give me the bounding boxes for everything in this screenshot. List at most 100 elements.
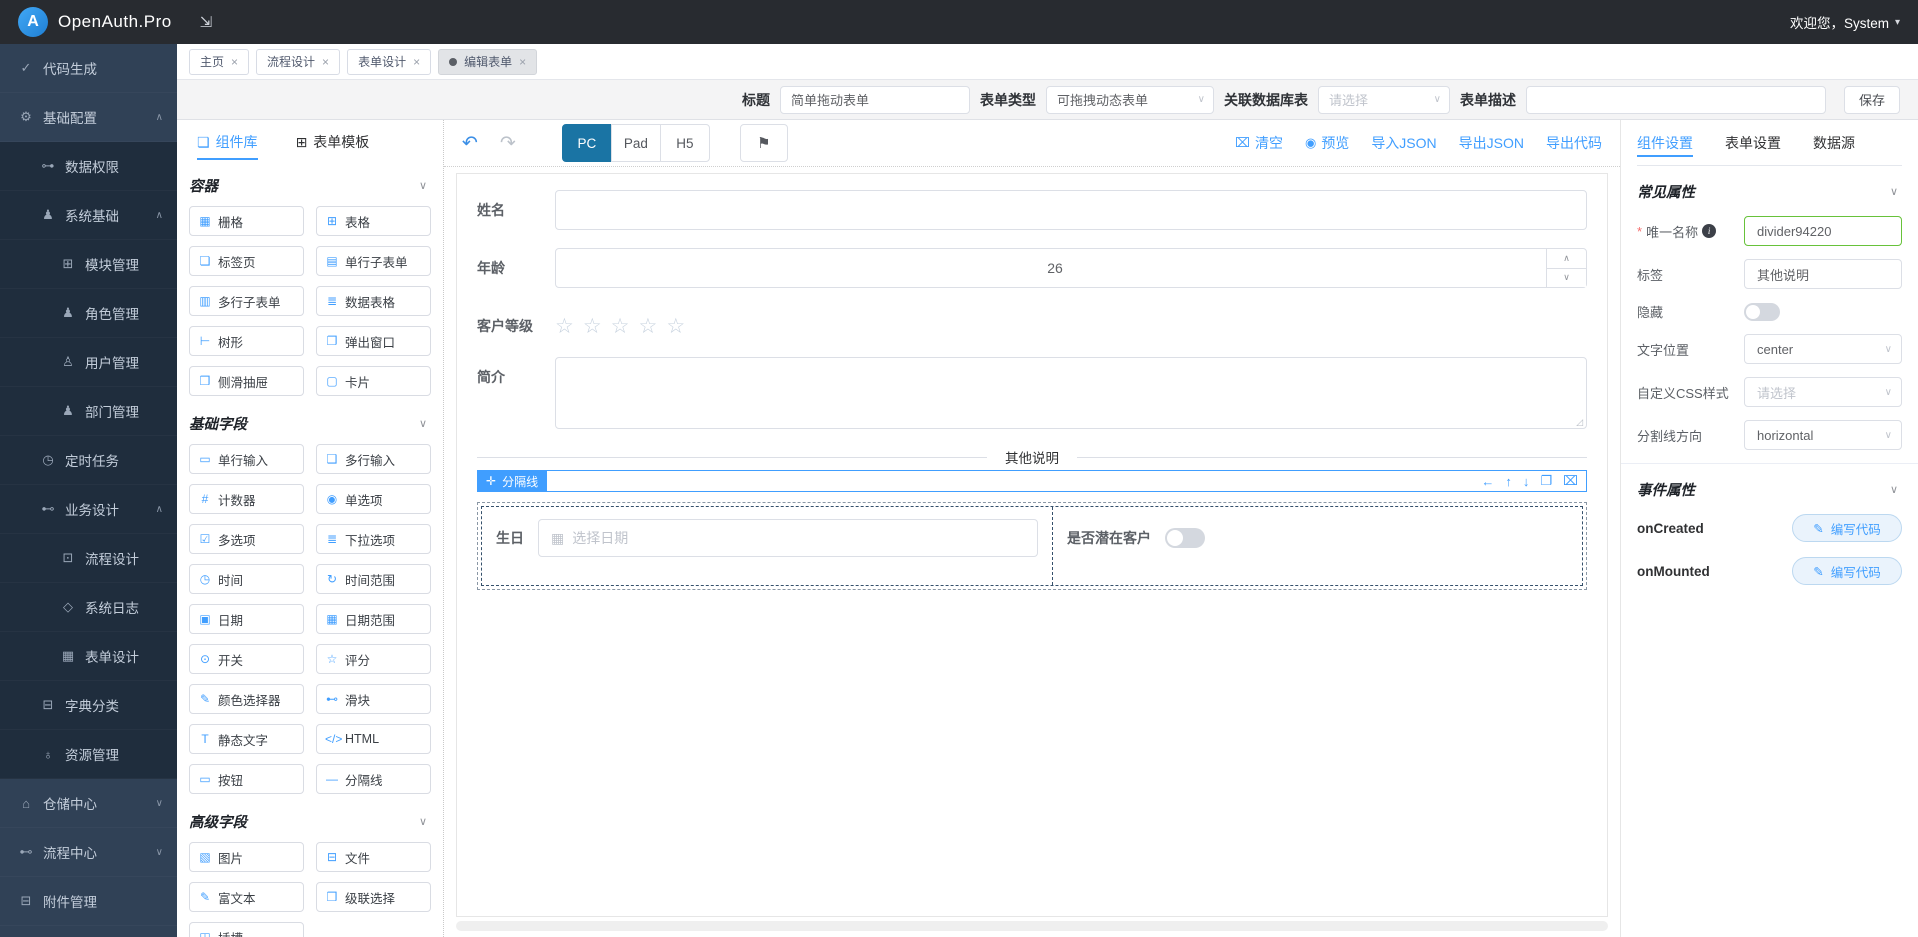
- grid-row-container[interactable]: 生日 ▦ 选择日期 是否潜在客户: [477, 502, 1587, 590]
- copy-icon[interactable]: ❐: [1540, 473, 1552, 489]
- lib-item-slot[interactable]: ◫插槽: [189, 922, 304, 937]
- form-canvas[interactable]: 姓名 年龄 ∧ ∨ 客户等级: [456, 173, 1608, 917]
- tab-component-library[interactable]: ❏组件库: [197, 120, 258, 164]
- user-menu[interactable]: 欢迎您，System ▾: [1790, 12, 1900, 32]
- sidebar-item-user-mgmt[interactable]: ♙用户管理: [0, 338, 177, 387]
- sidebar-item-base-config[interactable]: ⚙基础配置∧: [0, 93, 177, 142]
- tag-input[interactable]: [1744, 259, 1902, 289]
- horizontal-scrollbar[interactable]: [456, 921, 1608, 931]
- star-icon[interactable]: ☆: [611, 314, 630, 339]
- close-icon[interactable]: ×: [231, 55, 238, 69]
- lib-item-richtext[interactable]: ✎富文本: [189, 882, 304, 912]
- close-icon[interactable]: ×: [322, 55, 329, 69]
- lib-item-grid[interactable]: ▦栅格: [189, 206, 304, 236]
- lib-item-table[interactable]: ⊞表格: [316, 206, 431, 236]
- write-code-button[interactable]: ✎编写代码: [1792, 557, 1902, 585]
- preview-button[interactable]: ◉预览: [1305, 133, 1349, 153]
- section-advanced-fields[interactable]: 高级字段∨: [189, 800, 431, 842]
- potential-customer-toggle[interactable]: [1165, 528, 1205, 548]
- text-position-select[interactable]: center∨: [1744, 334, 1902, 364]
- lib-item-switch[interactable]: ⊙开关: [189, 644, 304, 674]
- lib-item-html[interactable]: </>HTML: [316, 724, 431, 754]
- tab-edit-form[interactable]: 编辑表单×: [438, 49, 537, 75]
- sidebar-item-flow-design[interactable]: ⊡流程设计: [0, 534, 177, 583]
- star-icon[interactable]: ☆: [583, 314, 602, 339]
- selected-component-outline[interactable]: ✛分隔线 ← ↑ ↓ ❐ ⌧: [477, 470, 1587, 492]
- sidebar-item-attachment-mgmt[interactable]: ⊟附件管理: [0, 877, 177, 926]
- divider-component[interactable]: 其他说明: [477, 448, 1587, 466]
- form-desc-input[interactable]: [1526, 86, 1826, 114]
- sidebar-item-code-gen[interactable]: ✓代码生成: [0, 44, 177, 93]
- sidebar-item-dictionary[interactable]: ⊟字典分类: [0, 681, 177, 730]
- tab-flow-design[interactable]: 流程设计×: [256, 49, 340, 75]
- grid-cell-potential[interactable]: 是否潜在客户: [1053, 507, 1582, 585]
- grid-cell-birthday[interactable]: 生日 ▦ 选择日期: [482, 507, 1053, 585]
- sidebar-item-system-base[interactable]: ♟系统基础∧: [0, 191, 177, 240]
- sidebar-collapse-icon[interactable]: ⇲: [200, 13, 213, 31]
- tab-component-settings[interactable]: 组件设置: [1637, 120, 1693, 165]
- tab-data-source[interactable]: 数据源: [1813, 120, 1855, 165]
- import-json-button[interactable]: 导入JSON: [1371, 133, 1436, 153]
- lib-item-date[interactable]: ▣日期: [189, 604, 304, 634]
- lib-item-card[interactable]: ▢卡片: [316, 366, 431, 396]
- sidebar-item-module-mgmt[interactable]: ⊞模块管理: [0, 240, 177, 289]
- lib-item-counter[interactable]: #计数器: [189, 484, 304, 514]
- field-age[interactable]: 年龄 ∧ ∨: [477, 248, 1587, 288]
- sidebar-item-dept-mgmt[interactable]: ♟部门管理: [0, 387, 177, 436]
- hidden-toggle[interactable]: [1744, 303, 1780, 321]
- star-icon[interactable]: ☆: [638, 314, 657, 339]
- lib-item-input[interactable]: ▭单行输入: [189, 444, 304, 474]
- lib-item-rate[interactable]: ☆评分: [316, 644, 431, 674]
- lib-item-select[interactable]: ≣下拉选项: [316, 524, 431, 554]
- lib-item-color-picker[interactable]: ✎颜色选择器: [189, 684, 304, 714]
- lib-item-radio[interactable]: ◉单选项: [316, 484, 431, 514]
- db-table-select[interactable]: 请选择∨: [1318, 86, 1450, 114]
- section-common-props[interactable]: 常见属性 ∨: [1637, 166, 1902, 216]
- lib-item-popup[interactable]: ❐弹出窗口: [316, 326, 431, 356]
- sidebar-item-role-mgmt[interactable]: ♟角色管理: [0, 289, 177, 338]
- section-containers[interactable]: 容器∨: [189, 164, 431, 206]
- resize-handle-icon[interactable]: ◿: [1576, 417, 1583, 428]
- lib-item-tree[interactable]: ⊢树形: [189, 326, 304, 356]
- export-json-button[interactable]: 导出JSON: [1459, 133, 1524, 153]
- sidebar-item-data-permission[interactable]: ⊶数据权限: [0, 142, 177, 191]
- lib-item-tabs[interactable]: ❏标签页: [189, 246, 304, 276]
- lib-item-button[interactable]: ▭按钮: [189, 764, 304, 794]
- divider-direction-select[interactable]: horizontal∨: [1744, 420, 1902, 450]
- lib-item-checkbox[interactable]: ☑多选项: [189, 524, 304, 554]
- device-pc-button[interactable]: PC: [562, 124, 612, 162]
- lib-item-divider[interactable]: —分隔线: [316, 764, 431, 794]
- stepper-down-button[interactable]: ∨: [1547, 269, 1586, 288]
- lib-item-single-subform[interactable]: ▤单行子表单: [316, 246, 431, 276]
- device-pad-button[interactable]: Pad: [611, 124, 661, 162]
- sidebar-item-process-center[interactable]: ⊷流程中心∨: [0, 828, 177, 877]
- device-h5-button[interactable]: H5: [660, 124, 710, 162]
- save-button[interactable]: 保存: [1844, 86, 1900, 114]
- rating-stars[interactable]: ☆ ☆ ☆ ☆ ☆: [555, 306, 1587, 339]
- birthday-date-picker[interactable]: ▦ 选择日期: [538, 519, 1038, 557]
- tab-form-templates[interactable]: ⊞表单模板: [296, 120, 370, 164]
- undo-icon[interactable]: ↶: [462, 132, 478, 155]
- lib-item-drawer[interactable]: ❒侧滑抽屉: [189, 366, 304, 396]
- move-up-icon[interactable]: ↑: [1505, 474, 1512, 489]
- lib-item-multi-subform[interactable]: ▥多行子表单: [189, 286, 304, 316]
- unique-name-input[interactable]: [1744, 216, 1902, 246]
- tab-home[interactable]: 主页×: [189, 49, 249, 75]
- field-intro[interactable]: 简介 ◿: [477, 357, 1587, 432]
- field-customer-level[interactable]: 客户等级 ☆ ☆ ☆ ☆ ☆: [477, 306, 1587, 339]
- section-basic-fields[interactable]: 基础字段∨: [189, 402, 431, 444]
- section-event-props[interactable]: 事件属性 ∨: [1637, 464, 1902, 514]
- age-input[interactable]: [555, 248, 1587, 288]
- lib-item-textarea[interactable]: ❑多行输入: [316, 444, 431, 474]
- write-code-button[interactable]: ✎编写代码: [1792, 514, 1902, 542]
- star-icon[interactable]: ☆: [666, 314, 685, 339]
- lib-item-cascader[interactable]: ❒级联选择: [316, 882, 431, 912]
- lib-item-date-range[interactable]: ▦日期范围: [316, 604, 431, 634]
- close-icon[interactable]: ×: [519, 55, 526, 69]
- lib-item-time-range[interactable]: ↻时间范围: [316, 564, 431, 594]
- lib-item-slider[interactable]: ⊷滑块: [316, 684, 431, 714]
- sidebar-item-business-design[interactable]: ⊷业务设计∧: [0, 485, 177, 534]
- tab-form-settings[interactable]: 表单设置: [1725, 120, 1781, 165]
- lib-item-data-table[interactable]: ≣数据表格: [316, 286, 431, 316]
- sidebar-item-form-design[interactable]: ▦表单设计: [0, 632, 177, 681]
